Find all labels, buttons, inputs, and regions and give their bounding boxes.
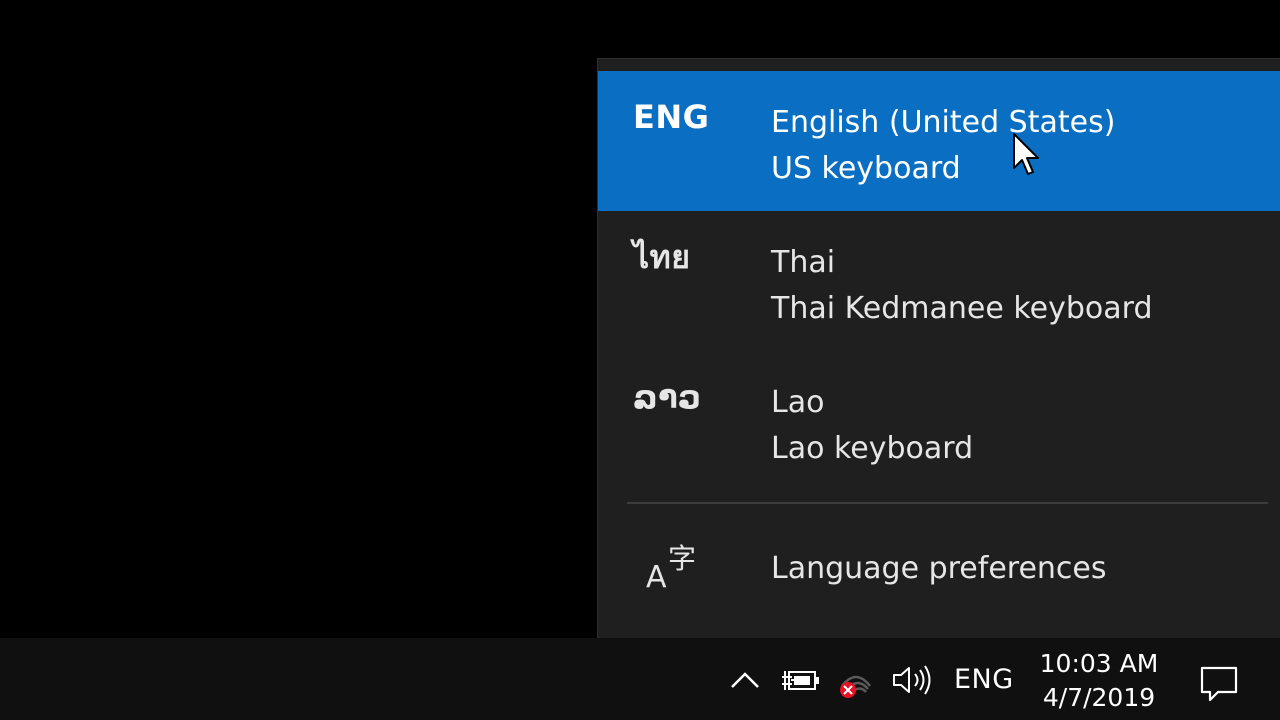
clock-date: 4/7/2019 [1042, 683, 1156, 712]
taskbar: ENG 10:03 AM 4/7/2019 [0, 638, 1280, 720]
battery-charging-icon[interactable] [780, 660, 822, 700]
language-item-thai[interactable]: ไทย Thai Thai Kedmanee keyboard [598, 211, 1280, 351]
input-language-flyout: ENG English (United States) US keyboard … [597, 58, 1280, 638]
clock[interactable]: 10:03 AM 4/7/2019 [1034, 648, 1164, 716]
chevron-up-icon[interactable] [728, 660, 762, 700]
keyboard-name: Lao keyboard [771, 431, 974, 466]
action-center-icon[interactable] [1196, 660, 1242, 706]
language-abbreviation: ລາວ [633, 378, 702, 416]
language-preferences-icon: A 字 [646, 542, 697, 595]
input-indicator[interactable]: ENG [954, 666, 1014, 693]
language-preferences-link[interactable]: A 字 Language preferences [598, 519, 1280, 619]
language-item-english[interactable]: ENG English (United States) US keyboard [598, 71, 1280, 211]
language-preferences-label: Language preferences [771, 551, 1107, 586]
language-item-lao[interactable]: ລາວ Lao Lao keyboard [598, 351, 1280, 491]
desktop: ENG English (United States) US keyboard … [0, 0, 1280, 720]
language-abbreviation: ENG [633, 98, 710, 136]
language-abbreviation: ไทย [633, 238, 691, 276]
keyboard-name: Thai Kedmanee keyboard [771, 291, 1153, 326]
keyboard-name: US keyboard [771, 151, 961, 186]
language-name: Thai [771, 245, 836, 280]
language-name: Lao [771, 385, 825, 420]
flyout-divider [627, 502, 1268, 504]
wifi-disconnected-icon[interactable] [836, 660, 876, 700]
volume-icon[interactable] [890, 660, 936, 700]
clock-time: 10:03 AM [1039, 649, 1159, 678]
language-name: English (United States) [771, 105, 1116, 140]
